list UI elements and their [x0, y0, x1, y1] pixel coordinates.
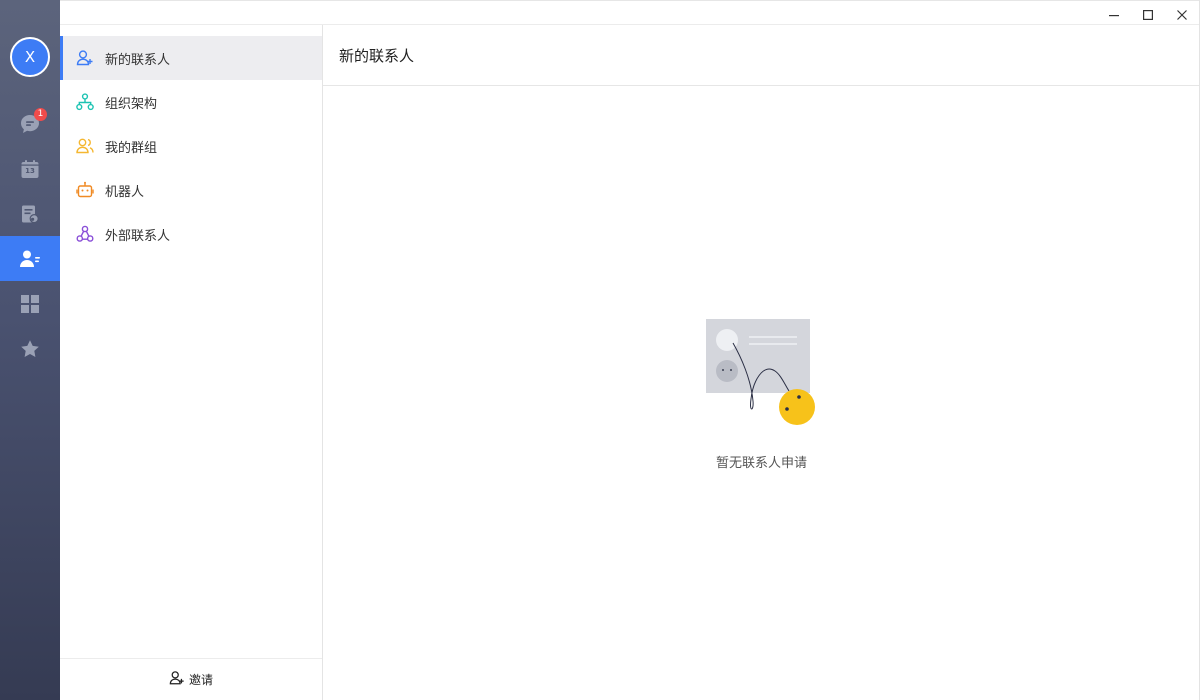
rail-item-calendar[interactable]: 13	[0, 146, 60, 191]
close-button[interactable]	[1171, 3, 1193, 25]
contacts-icon	[19, 249, 41, 269]
calendar-day: 13	[25, 166, 35, 175]
app-sidebar: X 1 13	[0, 0, 60, 700]
avatar[interactable]: X	[10, 37, 50, 77]
rail-item-docs[interactable]	[0, 191, 60, 236]
group-icon	[76, 137, 94, 155]
invite-label: 邀请	[188, 673, 213, 687]
rail-item-favorites[interactable]	[0, 326, 60, 371]
add-user-icon	[169, 670, 185, 690]
empty-state-text: 暂无联系人申请	[715, 456, 807, 471]
nav-item-label: 新的联系人	[105, 52, 171, 68]
empty-state-illustration	[705, 317, 817, 431]
nav-item-external-contacts[interactable]: 外部联系人	[60, 212, 322, 256]
star-icon	[20, 339, 40, 359]
rail-item-messages[interactable]: 1	[0, 101, 60, 146]
minimize-icon	[1109, 5, 1119, 24]
avatar-initial: X	[24, 48, 36, 66]
external-contact-icon	[76, 225, 94, 243]
robot-icon	[76, 181, 94, 199]
apps-grid-icon	[20, 294, 40, 314]
maximize-button[interactable]	[1137, 3, 1159, 25]
add-user-icon	[76, 49, 94, 67]
rail-item-contacts[interactable]	[0, 236, 60, 281]
minimize-button[interactable]	[1103, 3, 1125, 25]
calendar-icon: 13	[20, 159, 40, 179]
nav-item-my-groups[interactable]: 我的群组	[60, 124, 322, 168]
nav-item-label: 机器人	[105, 184, 145, 200]
contacts-nav-panel: 新的联系人 组织架构 我的群组 机器人 外部联系人 邀请	[60, 25, 323, 700]
rail-item-workbench[interactable]	[0, 281, 60, 326]
invite-button[interactable]: 邀请	[60, 658, 322, 700]
nav-item-label: 我的群组	[105, 140, 158, 156]
title-bar	[60, 0, 1200, 25]
page-title: 新的联系人	[339, 46, 415, 65]
nav-item-robots[interactable]: 机器人	[60, 168, 322, 212]
nav-item-label: 组织架构	[105, 96, 158, 112]
org-chart-icon	[76, 93, 94, 111]
main-header: 新的联系人	[323, 25, 1200, 86]
nav-item-label: 外部联系人	[105, 228, 171, 244]
nav-item-org-chart[interactable]: 组织架构	[60, 80, 322, 124]
unread-badge: 1	[34, 108, 47, 121]
main-content: 新的联系人 暂无联系人申请	[323, 25, 1200, 700]
close-icon	[1177, 5, 1187, 24]
maximize-icon	[1143, 5, 1154, 24]
document-cloud-icon	[20, 204, 40, 224]
nav-item-new-contacts[interactable]: 新的联系人	[60, 36, 322, 80]
